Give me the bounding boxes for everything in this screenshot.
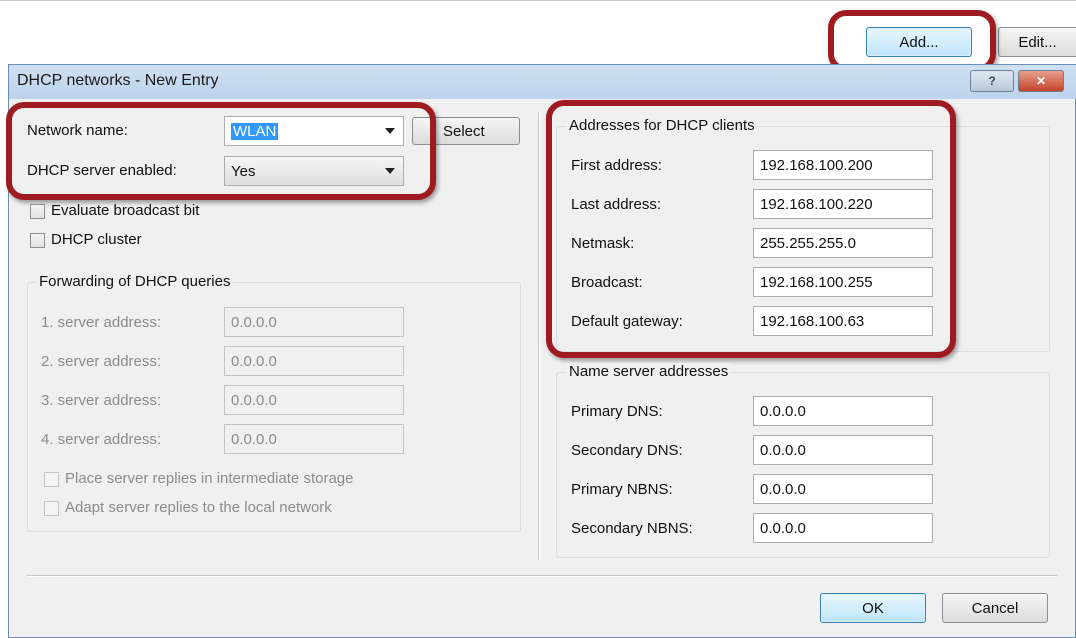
close-button[interactable]: ✕ bbox=[1018, 70, 1064, 92]
adapt-replies-checkbox[interactable] bbox=[44, 501, 59, 516]
primary-dns-label: Primary DNS: bbox=[571, 403, 663, 420]
cancel-button[interactable]: Cancel bbox=[942, 593, 1048, 623]
server-2-label: 2. server address: bbox=[41, 353, 162, 370]
place-replies-checkbox[interactable] bbox=[44, 472, 59, 487]
dhcp-cluster-label: DHCP cluster bbox=[51, 231, 142, 248]
close-icon: ✕ bbox=[1035, 74, 1047, 88]
network-highlight bbox=[6, 102, 436, 200]
secondary-dns-label: Secondary DNS: bbox=[571, 442, 683, 459]
server-4-label: 4. server address: bbox=[41, 431, 162, 448]
server-4-input[interactable]: 0.0.0.0 bbox=[224, 424, 404, 454]
nameserver-group-title: Name server addresses bbox=[566, 363, 732, 380]
primary-dns-input[interactable]: 0.0.0.0 bbox=[753, 396, 933, 426]
evaluate-broadcast-checkbox[interactable] bbox=[30, 204, 45, 219]
server-2-input[interactable]: 0.0.0.0 bbox=[224, 346, 404, 376]
help-button[interactable]: ? bbox=[970, 70, 1014, 92]
dhcp-cluster-checkbox[interactable] bbox=[30, 233, 45, 248]
server-1-label: 1. server address: bbox=[41, 314, 162, 331]
edit-button[interactable]: Edit... bbox=[998, 27, 1076, 57]
server-1-input[interactable]: 0.0.0.0 bbox=[224, 307, 404, 337]
secondary-nbns-label: Secondary NBNS: bbox=[571, 520, 693, 537]
footer-separator bbox=[27, 575, 1057, 577]
add-button-highlight bbox=[828, 10, 996, 72]
forwarding-group-title: Forwarding of DHCP queries bbox=[36, 273, 234, 290]
server-3-label: 3. server address: bbox=[41, 392, 162, 409]
secondary-dns-input[interactable]: 0.0.0.0 bbox=[753, 435, 933, 465]
server-3-input[interactable]: 0.0.0.0 bbox=[224, 385, 404, 415]
secondary-nbns-input[interactable]: 0.0.0.0 bbox=[753, 513, 933, 543]
ok-button[interactable]: OK bbox=[820, 593, 926, 623]
evaluate-broadcast-label: Evaluate broadcast bit bbox=[51, 202, 200, 219]
adapt-replies-label: Adapt server replies to the local networ… bbox=[65, 499, 332, 516]
primary-nbns-label: Primary NBNS: bbox=[571, 481, 673, 498]
addresses-highlight bbox=[546, 100, 956, 358]
place-replies-label: Place server replies in intermediate sto… bbox=[65, 470, 354, 487]
dialog-title: DHCP networks - New Entry bbox=[17, 72, 219, 89]
primary-nbns-input[interactable]: 0.0.0.0 bbox=[753, 474, 933, 504]
help-icon: ? bbox=[988, 74, 996, 88]
column-separator bbox=[538, 112, 540, 560]
